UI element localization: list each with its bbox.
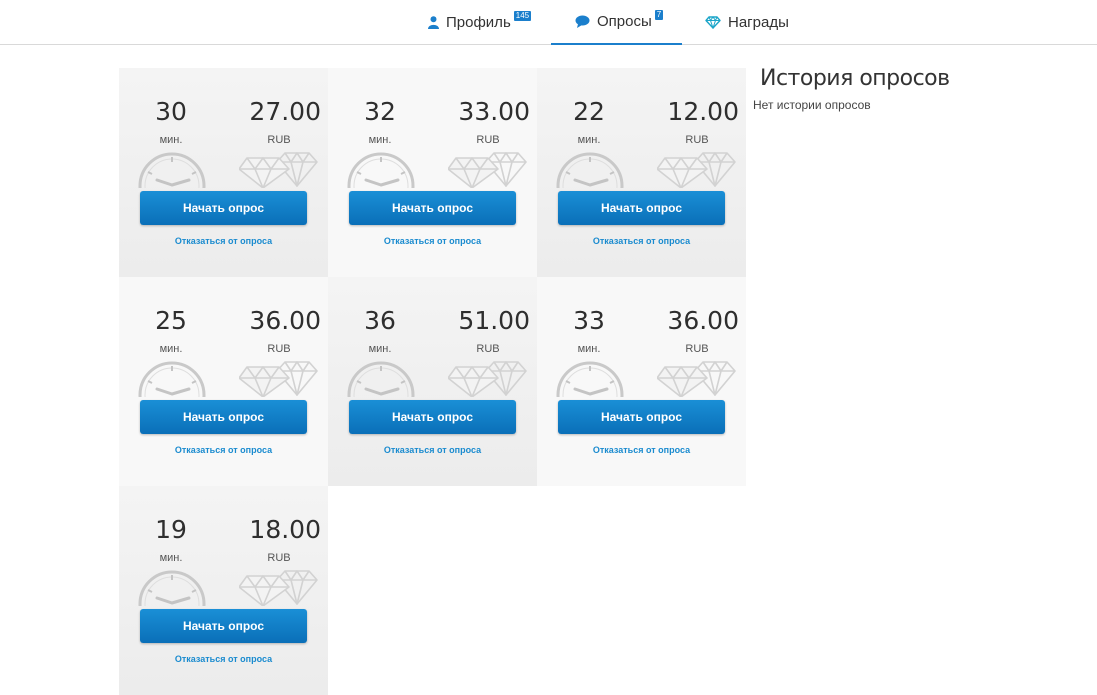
diamonds-icon (238, 361, 319, 402)
currency-label: RUB (685, 134, 709, 146)
tab-surveys[interactable]: Опросы 7 (551, 0, 682, 45)
minutes-unit: мин. (159, 134, 183, 146)
survey-reward: 12.00 (667, 97, 739, 126)
clock-icon (555, 361, 627, 429)
survey-reward: 36.00 (249, 306, 321, 335)
currency-label: RUB (267, 134, 291, 146)
survey-reward: 36.00 (667, 306, 739, 335)
tab-profile-label: Профиль (446, 14, 511, 31)
clock-icon (137, 152, 209, 220)
clock-icon (555, 152, 627, 220)
survey-card: 32 33.00 мин. RUB Начать опрос Отказатьс… (328, 68, 537, 277)
minutes-unit: мин. (159, 552, 183, 564)
tab-surveys-label: Опросы (597, 13, 652, 30)
survey-minutes: 19 (155, 515, 187, 544)
decline-survey-link[interactable]: Отказаться от опроса (119, 236, 328, 246)
decline-survey-link[interactable]: Отказаться от опроса (119, 445, 328, 455)
survey-reward: 18.00 (249, 515, 321, 544)
diamonds-icon (656, 361, 737, 402)
history-title: История опросов (760, 66, 950, 91)
minutes-unit: мин. (577, 134, 601, 146)
decline-survey-link[interactable]: Отказаться от опроса (328, 236, 537, 246)
currency-label: RUB (685, 343, 709, 355)
currency-label: RUB (476, 134, 500, 146)
survey-minutes: 36 (364, 306, 396, 335)
clock-icon (346, 361, 418, 429)
decline-survey-link[interactable]: Отказаться от опроса (537, 445, 746, 455)
minutes-unit: мин. (577, 343, 601, 355)
chat-bubble-icon (575, 15, 590, 28)
minutes-unit: мин. (159, 343, 183, 355)
start-survey-button[interactable]: Начать опрос (349, 400, 516, 434)
survey-minutes: 32 (364, 97, 396, 126)
currency-label: RUB (476, 343, 500, 355)
start-survey-button[interactable]: Начать опрос (140, 191, 307, 225)
clock-icon (346, 152, 418, 220)
currency-label: RUB (267, 552, 291, 564)
start-survey-button[interactable]: Начать опрос (140, 609, 307, 643)
start-survey-button[interactable]: Начать опрос (558, 400, 725, 434)
survey-reward: 51.00 (458, 306, 530, 335)
decline-survey-link[interactable]: Отказаться от опроса (537, 236, 746, 246)
survey-card: 36 51.00 мин. RUB Начать опрос Отказатьс… (328, 277, 537, 486)
history-empty-text: Нет истории опросов (753, 98, 871, 112)
top-nav: Профиль 145 Опросы 7 Награды (0, 0, 1097, 45)
survey-card: 25 36.00 мин. RUB Начать опрос Отказатьс… (119, 277, 328, 486)
survey-card: 19 18.00 мин. RUB Начать опрос Отказатьс… (119, 486, 328, 695)
user-icon (428, 16, 439, 29)
start-survey-button[interactable]: Начать опрос (349, 191, 516, 225)
diamonds-icon (447, 152, 528, 193)
start-survey-button[interactable]: Начать опрос (558, 191, 725, 225)
currency-label: RUB (267, 343, 291, 355)
diamond-icon (705, 16, 721, 29)
minutes-unit: мин. (368, 134, 392, 146)
survey-card: 30 27.00 мин. RUB Начать опрос Отказатьс… (119, 68, 328, 277)
survey-card: 22 12.00 мин. RUB Начать опрос Отказатьс… (537, 68, 746, 277)
clock-icon (137, 361, 209, 429)
tab-awards-label: Награды (728, 14, 789, 31)
minutes-unit: мин. (368, 343, 392, 355)
tab-profile[interactable]: Профиль 145 (428, 0, 532, 45)
clock-icon (137, 570, 209, 638)
profile-badge: 145 (513, 10, 532, 21)
tab-awards[interactable]: Награды (705, 0, 789, 45)
survey-minutes: 22 (573, 97, 605, 126)
surveys-badge: 7 (654, 9, 664, 20)
survey-minutes: 25 (155, 306, 187, 335)
diamonds-icon (447, 361, 528, 402)
decline-survey-link[interactable]: Отказаться от опроса (328, 445, 537, 455)
diamonds-icon (238, 570, 319, 611)
start-survey-button[interactable]: Начать опрос (140, 400, 307, 434)
survey-reward: 27.00 (249, 97, 321, 126)
diamonds-icon (656, 152, 737, 193)
survey-reward: 33.00 (458, 97, 530, 126)
decline-survey-link[interactable]: Отказаться от опроса (119, 654, 328, 664)
survey-minutes: 33 (573, 306, 605, 335)
survey-card: 33 36.00 мин. RUB Начать опрос Отказатьс… (537, 277, 746, 486)
diamonds-icon (238, 152, 319, 193)
survey-minutes: 30 (155, 97, 187, 126)
